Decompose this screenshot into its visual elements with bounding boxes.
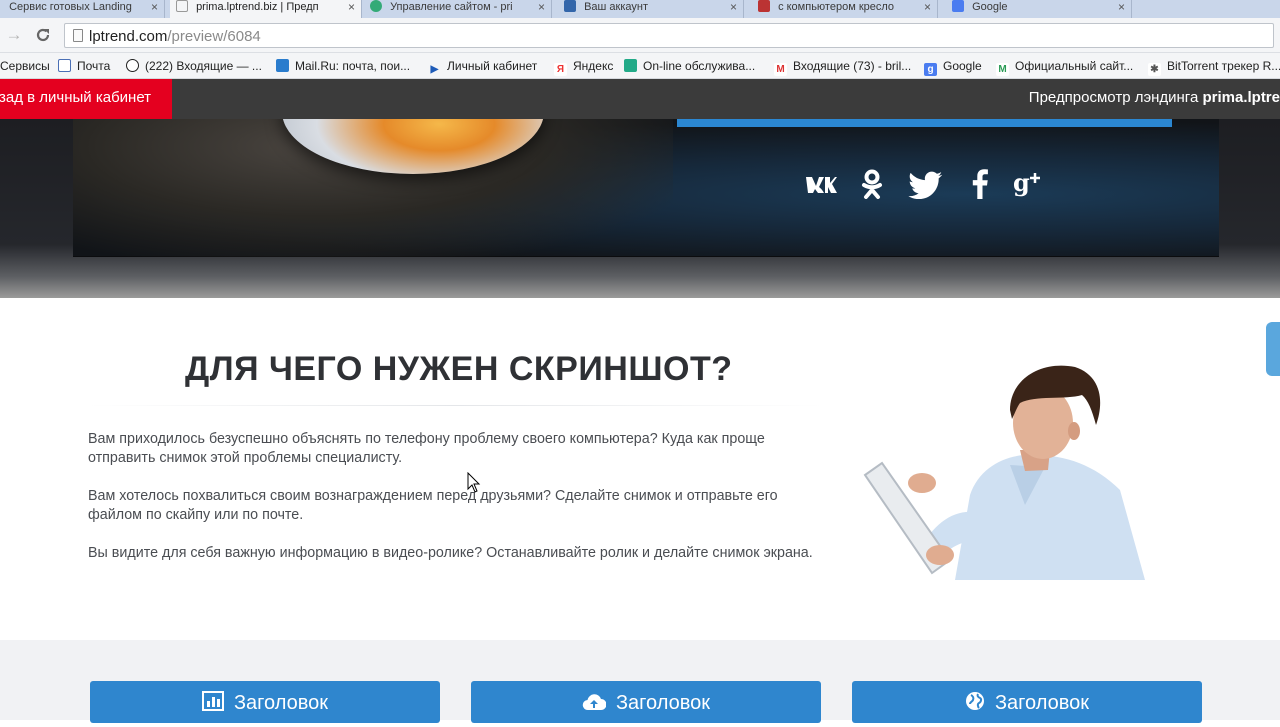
feature-card-header-1[interactable]: Заголовок [90,681,440,723]
globe-icon [965,683,985,727]
browser-toolbar: → lptrend.com/preview/6084 [0,18,1280,53]
preview-label: Предпросмотр лэндинга prima.lptre [1028,89,1280,106]
twitter-icon[interactable] [908,171,946,199]
bookmark-official-site[interactable]: M Официальный сайт... [996,57,1133,76]
browser-tab[interactable]: Управление сайтом - pri × [364,0,552,18]
page-favicon-icon [176,0,188,12]
forward-arrow-icon[interactable]: → [4,24,24,46]
side-feedback-tab[interactable] [1266,322,1280,376]
site-manage-favicon-icon [370,0,382,12]
mailru-icon [126,59,139,72]
bookmark-online-service[interactable]: On-line обслужива... [624,57,755,75]
play-icon: ▶ [430,64,439,75]
mailru-site-icon [276,59,289,72]
svg-text:g: g [1013,168,1030,197]
image-favicon-icon [758,0,770,12]
hero-section [0,119,1280,298]
facebook-icon[interactable] [971,169,989,199]
bookmark-mailru[interactable]: Mail.Ru: почта, пои... [276,57,410,75]
tab-close-icon[interactable]: × [924,0,931,14]
section-title: ДЛЯ ЧЕГО НУЖЕН СКРИНШОТ? [185,350,733,388]
tab-label: Управление сайтом - pri [390,1,513,13]
preview-bar: зад в личный кабинет Предпросмотр лэндин… [0,79,1280,119]
browser-tab[interactable]: Ваш аккаунт × [558,0,744,18]
browser-tab[interactable]: Сервис готовых Landing × [0,0,165,18]
google-icon: g [924,63,937,76]
man-with-tablet-image [863,365,1145,580]
bookmark-mail[interactable]: Почта [58,57,110,75]
browser-tab[interactable]: с компьютером кресло × [752,0,938,18]
paragraph: Вам хотелось похвалиться своим вознаграж… [88,488,778,523]
bookmark-gmail[interactable]: M Входящие (73) - bril... [774,57,911,76]
vk-icon[interactable] [805,174,837,194]
bank-icon [624,59,637,72]
address-bar[interactable]: lptrend.com/preview/6084 [64,23,1274,48]
page-icon [73,29,83,42]
tab-close-icon[interactable]: × [348,0,355,14]
google-plus-icon[interactable]: g [1013,168,1043,198]
paragraph: Вы видите для себя важную информацию в в… [88,545,813,561]
bookmark-services[interactable]: Сервисы [0,57,50,75]
tab-label: prima.lptrend.biz | Предп [196,1,319,13]
tab-label: Сервис готовых Landing [9,1,132,13]
paragraph: Вам приходилось безуспешно объяснять по … [88,431,765,466]
url-text: lptrend.com/preview/6084 [89,28,261,45]
tab-close-icon[interactable]: × [1118,0,1125,14]
browser-tab-active[interactable]: prima.lptrend.biz | Предп × [170,0,362,18]
title-divider [88,405,823,406]
bookmark-yandex[interactable]: Я Яндекс [554,57,613,76]
bookmarks-bar: Сервисы Почта (222) Входящие — ... Mail.… [0,53,1280,79]
hero-cta-bar[interactable] [677,119,1172,127]
sr-favicon-icon [564,0,576,12]
bookmark-google[interactable]: g Google [924,57,982,76]
m-icon: M [996,63,1009,76]
bookmark-cabinet[interactable]: ▶ Личный кабинет [428,57,538,76]
odnoklassniki-icon[interactable] [861,169,883,199]
reload-icon[interactable] [33,24,53,46]
chart-icon [201,683,224,727]
tab-label: с компьютером кресло [778,1,895,13]
tab-close-icon[interactable]: × [730,0,737,14]
tab-close-icon[interactable]: × [538,0,545,14]
cloud-upload-icon [582,683,607,727]
tab-label: Ваш аккаунт [584,1,648,13]
gmail-icon: M [774,63,787,76]
yandex-icon: Я [554,63,567,76]
browser-tab-strip: Сервис готовых Landing × prima.lptrend.b… [0,0,1280,18]
feature-card-header-3[interactable]: Заголовок [852,681,1202,723]
google-favicon-icon [952,0,964,12]
feature-card-header-2[interactable]: Заголовок [471,681,821,723]
torrent-icon: ✱ [1148,63,1161,76]
browser-tab[interactable]: Google × [946,0,1132,18]
mail-icon [58,59,71,72]
bookmark-inbox[interactable]: (222) Входящие — ... [126,57,262,75]
tab-label: Google [972,1,1008,13]
bookmark-bittorrent[interactable]: ✱ BitTorrent трекер R... [1148,57,1280,76]
mouse-cursor-icon [467,472,481,493]
tab-close-icon[interactable]: × [151,0,158,14]
back-to-cabinet-button[interactable]: зад в личный кабинет [0,79,172,119]
